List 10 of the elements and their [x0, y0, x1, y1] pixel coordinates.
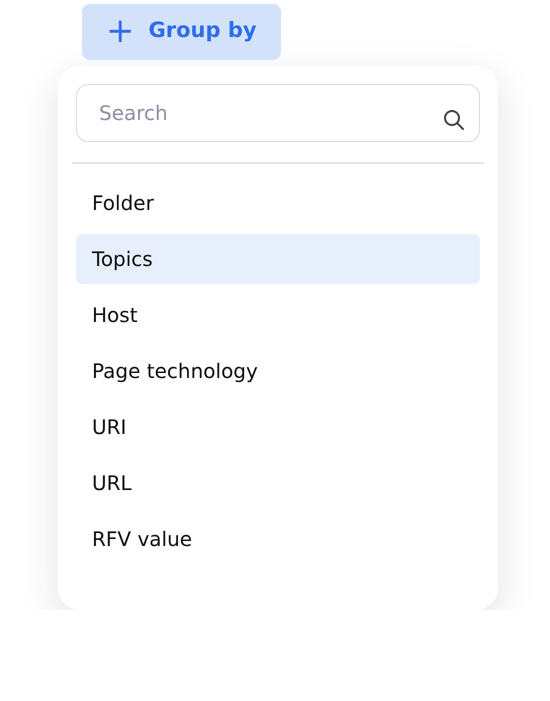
menu-item[interactable]: Page technology [76, 346, 480, 396]
group-by-button[interactable]: + Group by [82, 4, 281, 60]
search-field[interactable]: Search [76, 84, 480, 142]
search-icon [442, 108, 466, 132]
menu-item[interactable]: URL [76, 458, 480, 508]
menu-item[interactable]: Host [76, 290, 480, 340]
menu-item[interactable]: Folder [76, 178, 480, 228]
menu-item[interactable]: URI [76, 402, 480, 452]
menu-item[interactable]: Topics [76, 234, 480, 284]
menu-item[interactable]: RFV value [76, 514, 480, 564]
